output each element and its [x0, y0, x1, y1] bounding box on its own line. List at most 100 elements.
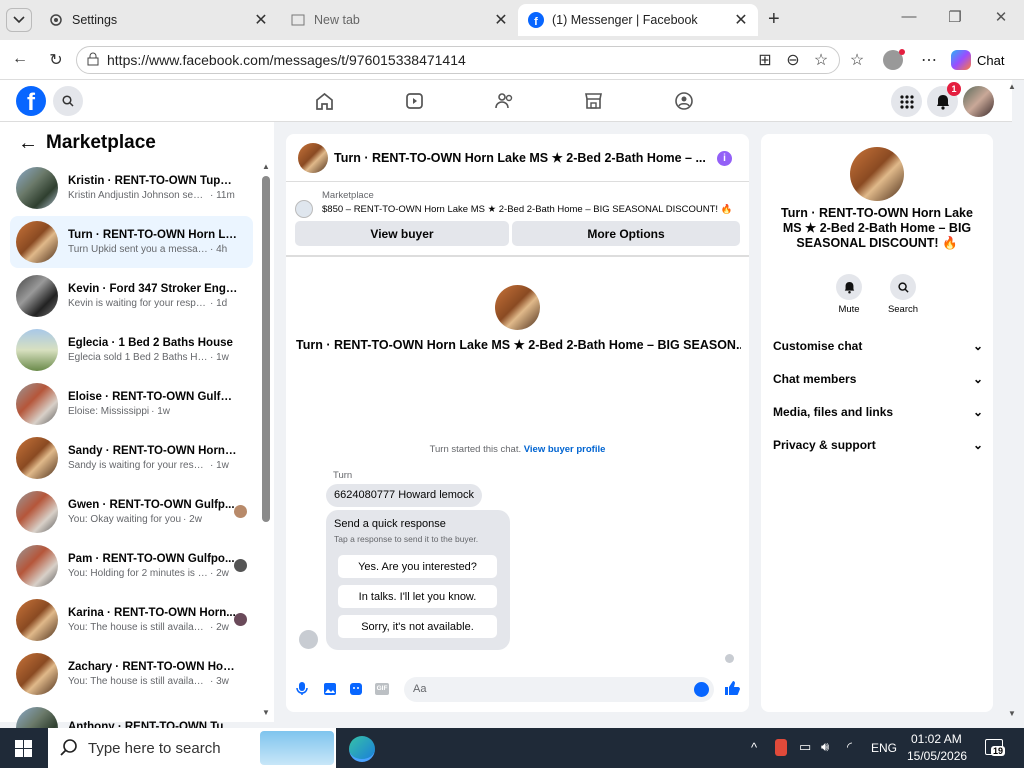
edge-taskbar-icon[interactable]: [349, 736, 375, 762]
facebook-logo-icon[interactable]: f: [16, 86, 46, 116]
bell-icon: [936, 94, 949, 110]
tab-settings[interactable]: Settings ✕: [38, 4, 278, 36]
chat-members-item[interactable]: Chat members ⌄: [773, 372, 983, 386]
more-menu-icon[interactable]: ⋯: [919, 50, 939, 70]
info-icon[interactable]: i: [717, 151, 732, 166]
quick-response-yes[interactable]: Yes. Are you interested?: [338, 555, 497, 578]
conversation-thumbnail: [16, 599, 58, 641]
clock-time[interactable]: 01:02 AM: [911, 732, 962, 746]
menu-grid-button[interactable]: [891, 86, 922, 117]
close-icon[interactable]: ✕: [492, 10, 510, 30]
message-input[interactable]: Aa: [404, 677, 714, 702]
favorite-star-icon[interactable]: ☆: [811, 50, 831, 70]
meet-now-icon[interactable]: ▭: [799, 739, 811, 755]
scroll-up-arrow[interactable]: ▲: [262, 162, 270, 171]
home-icon[interactable]: [315, 92, 334, 113]
details-panel: Turn · RENT-TO-OWN Horn Lake MS ★ 2-Bed …: [761, 134, 993, 712]
emoji-icon[interactable]: [694, 682, 709, 697]
friends-icon[interactable]: [495, 92, 515, 113]
groups-icon[interactable]: [674, 91, 694, 114]
quick-response-not-available[interactable]: Sorry, it's not available.: [338, 615, 497, 638]
page-scroll-down[interactable]: ▼: [1008, 709, 1016, 718]
tab-actions-menu[interactable]: [6, 8, 32, 32]
sticker-icon[interactable]: [349, 682, 363, 699]
customise-chat-item[interactable]: Customise chat ⌄: [773, 339, 983, 353]
url-field[interactable]: https://www.facebook.com/messages/t/9760…: [76, 46, 840, 74]
like-icon[interactable]: [724, 680, 740, 699]
view-buyer-button[interactable]: View buyer: [295, 221, 509, 246]
copilot-chat-button[interactable]: Chat: [951, 48, 1004, 72]
message-bubble[interactable]: 6624080777 Howard lemock: [326, 484, 483, 507]
details-title: Turn · RENT-TO-OWN Horn Lake MS ★ 2-Bed …: [781, 206, 973, 250]
media-files-links-item[interactable]: Media, files and links ⌄: [773, 405, 983, 419]
close-icon[interactable]: ✕: [252, 10, 270, 30]
conversation-preview: You: Okay waiting for you: [68, 514, 182, 525]
listing-avatar[interactable]: [298, 143, 328, 173]
conversation-item[interactable]: Gwen · RENT-TO-OWN Gulfp... You: Okay wai…: [10, 486, 253, 538]
back-arrow-icon[interactable]: ←: [18, 132, 38, 155]
chat-header-title[interactable]: Turn · RENT-TO-OWN Horn Lake MS ★ 2-Bed …: [334, 150, 714, 165]
refresh-icon[interactable]: ↻: [46, 50, 66, 70]
conversation-thumbnail: [16, 167, 58, 209]
account-avatar[interactable]: [963, 86, 994, 117]
conversation-name: Kevin · Ford 347 Stroker Engine...: [68, 283, 238, 295]
search-icon: [60, 738, 78, 759]
new-tab-button[interactable]: +: [768, 8, 780, 31]
marketplace-sidebar: ← Marketplace Kristin · RENT-TO-OWN Tupe…: [0, 122, 274, 749]
chat-panel: Turn · RENT-TO-OWN Horn Lake MS ★ 2-Bed …: [286, 134, 749, 712]
conversation-item[interactable]: Zachary · RENT-TO-OWN Horn ... You: The h…: [10, 648, 253, 700]
conversation-thumbnail: [16, 491, 58, 533]
conversation-preview-row: Eglecia sold 1 Bed 2 Baths House. · 1w: [68, 352, 238, 363]
window-close-icon[interactable]: ✕: [989, 8, 1013, 26]
mute-button[interactable]: [836, 274, 862, 300]
gif-icon[interactable]: GIF: [375, 683, 389, 695]
restore-icon[interactable]: ❐: [943, 8, 967, 26]
listing-text[interactable]: $850 – RENT-TO-OWN Horn Lake MS ★ 2-Bed …: [322, 204, 742, 215]
conversation-text: Zachary · RENT-TO-OWN Horn ... You: The h…: [68, 661, 238, 687]
search-button[interactable]: [53, 86, 83, 116]
message-input-placeholder: Aa: [413, 683, 427, 695]
more-options-button[interactable]: More Options: [512, 221, 740, 246]
network-icon[interactable]: ◜: [847, 739, 852, 755]
taskbar-search-box[interactable]: Type here to search: [48, 728, 336, 768]
scroll-down-arrow[interactable]: ▼: [262, 708, 270, 717]
conversation-item[interactable]: Kristin · RENT-TO-OWN Tupelo ... Kristin …: [10, 162, 253, 214]
tab-new-tab[interactable]: New tab ✕: [280, 4, 518, 36]
conversation-name: Eglecia · 1 Bed 2 Baths House: [68, 337, 233, 349]
tray-app-icon[interactable]: [775, 739, 787, 756]
conversation-preview: Kevin is waiting for your response.: [68, 298, 208, 309]
microphone-icon[interactable]: [296, 681, 308, 699]
back-arrow-icon[interactable]: ←: [10, 50, 30, 68]
conversation-item[interactable]: Karina · RENT-TO-OWN Horn... You: The hou…: [10, 594, 253, 646]
conversation-item[interactable]: Pam · RENT-TO-OWN Gulfpo... You: Holding …: [10, 540, 253, 592]
conversation-item[interactable]: Eglecia · 1 Bed 2 Baths House Eglecia sol…: [10, 324, 253, 376]
clock-date[interactable]: 15/05/2026: [907, 749, 967, 763]
notification-badge: 1: [947, 82, 961, 96]
zoom-icon[interactable]: ⊖: [783, 50, 803, 70]
close-icon[interactable]: ✕: [732, 10, 750, 30]
search-in-chat-button[interactable]: [890, 274, 916, 300]
conversation-item[interactable]: Eloise · RENT-TO-OWN Gulfpor... Eloise: M…: [10, 378, 253, 430]
tab-messenger[interactable]: f (1) Messenger | Facebook ✕: [518, 4, 758, 36]
view-buyer-profile-link[interactable]: View buyer profile: [524, 444, 606, 455]
marketplace-icon[interactable]: [584, 92, 603, 113]
app-available-icon[interactable]: ⊞: [755, 50, 775, 70]
photo-icon[interactable]: [323, 682, 337, 699]
windows-start-icon[interactable]: [15, 740, 32, 760]
sidebar-scrollbar[interactable]: [262, 176, 270, 522]
conversation-time: · 1w: [210, 352, 229, 363]
conversation-item[interactable]: Turn · RENT-TO-OWN Horn Lak... Turn Upkid…: [10, 216, 253, 268]
conversation-item[interactable]: Sandy · RENT-TO-OWN Horn L... Sandy is wa…: [10, 432, 253, 484]
favorites-icon[interactable]: ☆: [847, 50, 867, 70]
volume-icon[interactable]: 🔊︎: [821, 739, 829, 755]
privacy-support-item[interactable]: Privacy & support ⌄: [773, 438, 983, 452]
quick-response-in-talks[interactable]: In talks. I'll let you know.: [338, 585, 497, 608]
conversation-item[interactable]: Kevin · Ford 347 Stroker Engine... Kevin …: [10, 270, 253, 322]
search-label: Search: [887, 304, 919, 315]
page-scroll-up[interactable]: ▲: [1008, 82, 1016, 91]
video-icon[interactable]: [405, 92, 424, 113]
show-hidden-icons[interactable]: ^: [751, 740, 757, 755]
search-icon: [897, 281, 909, 293]
language-indicator[interactable]: ENG: [871, 741, 897, 755]
minimize-icon[interactable]: —: [897, 8, 921, 25]
